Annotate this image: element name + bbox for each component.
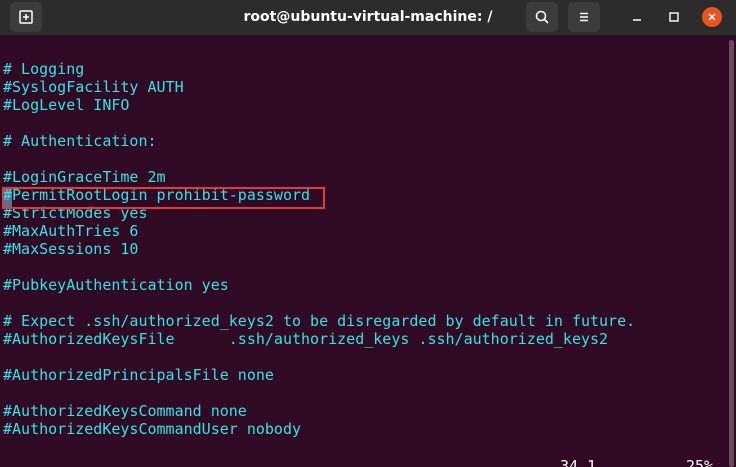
config-line: #MaxAuthTries 6 <box>3 222 139 240</box>
cursor-position: 34,1 <box>560 457 597 467</box>
scroll-percent: 25% <box>686 457 714 467</box>
hamburger-menu-icon <box>580 12 588 22</box>
title-bar: root@ubuntu-virtual-machine: / <box>0 0 736 36</box>
maximize-button[interactable] <box>662 5 686 29</box>
config-line: # Authentication: <box>3 132 157 150</box>
search-button[interactable] <box>526 2 558 32</box>
close-button[interactable] <box>700 5 724 29</box>
config-line: #LogLevel INFO <box>3 96 130 114</box>
maximize-icon <box>669 12 679 22</box>
close-icon <box>708 13 716 21</box>
config-line: #AuthorizedKeysCommand none <box>3 402 247 420</box>
terminal-content[interactable]: # Logging #SyslogFacility AUTH #LogLevel… <box>0 36 728 467</box>
config-line: #AuthorizedPrincipalsFile none <box>3 366 274 384</box>
menu-button[interactable] <box>568 2 600 32</box>
terminal-window: root@ubuntu-virtual-machine: / # Logging… <box>0 0 736 467</box>
config-line: #SyslogFacility AUTH <box>3 78 184 96</box>
highlight-annotation-box <box>2 187 325 209</box>
scrollbar[interactable] <box>728 36 736 467</box>
config-line: # Expect .ssh/authorized_keys2 to be dis… <box>3 312 636 330</box>
config-line: #AuthorizedKeysCommandUser nobody <box>3 420 302 438</box>
config-line: #LoginGraceTime 2m <box>3 168 166 186</box>
minimize-icon <box>633 19 641 21</box>
minimize-button[interactable] <box>625 5 649 29</box>
config-line: #MaxSessions 10 <box>3 240 139 258</box>
search-icon <box>535 10 549 24</box>
config-line: # Logging <box>3 60 85 78</box>
close-button-circle <box>702 7 722 27</box>
scrollbar-thumb[interactable] <box>729 40 734 467</box>
config-line: #PubkeyAuthentication yes <box>3 276 229 294</box>
config-line: #AuthorizedKeysFile .ssh/authorized_keys… <box>3 330 609 348</box>
